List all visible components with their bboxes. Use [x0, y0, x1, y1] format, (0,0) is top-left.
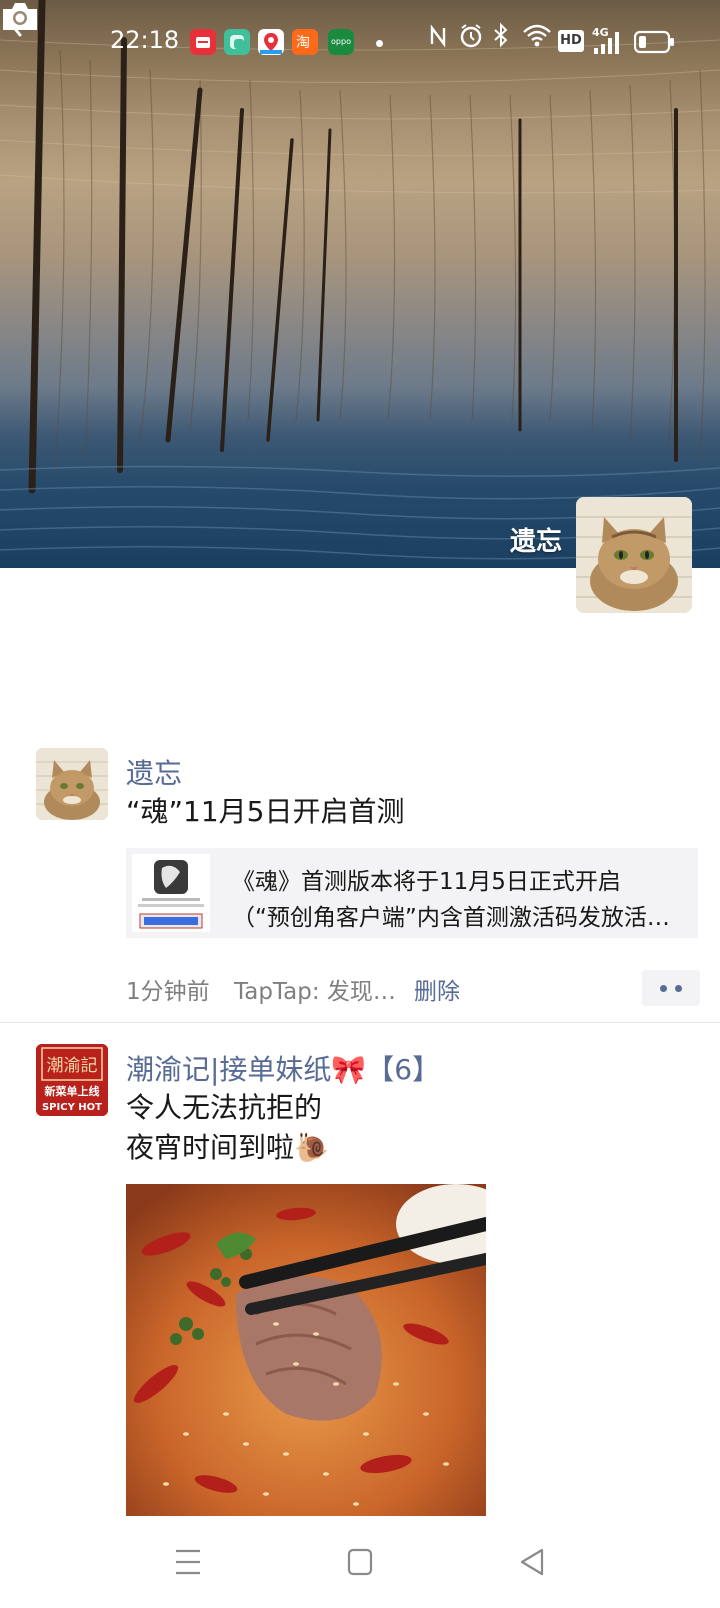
dot-icon: [675, 985, 682, 992]
logo-subtitle-text: 新菜单上线: [45, 1084, 100, 1098]
hd-label: HD: [560, 33, 582, 48]
poster-name[interactable]: 潮渝记|接单妹纸🎀【6】: [126, 1048, 440, 1088]
dot-icon: [660, 985, 667, 992]
shared-link-card[interactable]: 《魂》首测版本将于11月5日正式开启 （“预创角客户端”内含首测激活码发放活…: [126, 848, 698, 938]
logo-title-text: 潮渝記: [47, 1056, 98, 1076]
4g-signal-icon: 4G: [592, 26, 622, 56]
cat-avatar-image: [36, 748, 108, 820]
post-text: “魂”11月5日开启首测: [126, 795, 405, 828]
poster-name[interactable]: 遗忘: [126, 752, 182, 792]
post-text-line2: 夜宵时间到啦🐌: [126, 1131, 329, 1164]
map-icon: [258, 29, 284, 55]
home-icon[interactable]: [340, 1544, 380, 1580]
profile-avatar[interactable]: [576, 497, 692, 613]
status-bar: 22:18 淘 oppo HD 4G: [0, 22, 720, 62]
post-photo[interactable]: [126, 1184, 486, 1520]
clock: 22:18: [110, 26, 180, 54]
oppo-icon: oppo: [328, 29, 354, 55]
link-title-line2: （“预创角客户端”内含首测激活码发放活…: [232, 905, 670, 931]
alarm-icon: [460, 24, 482, 48]
red-mail-icon: [190, 29, 216, 55]
menu-icon[interactable]: [168, 1544, 208, 1580]
bluetooth-icon: [494, 22, 508, 48]
navigation-bar: [0, 1516, 720, 1608]
link-thumbnail: [132, 854, 210, 932]
green-app-icon: [224, 29, 250, 55]
taobao-icon: 淘: [292, 29, 318, 55]
cover-photo[interactable]: 22:18 淘 oppo HD 4G 遗忘: [0, 0, 720, 568]
wifi-icon: [523, 24, 551, 47]
divider: [0, 1022, 720, 1023]
post-time: 1分钟前: [126, 979, 210, 1005]
moment-post: 遗忘 “魂”11月5日开启首测 《魂》首测版本将于11月5日正式开启 （“预创角…: [0, 748, 720, 1024]
nfc-icon: [430, 24, 446, 48]
svg-text:淘: 淘: [296, 35, 310, 51]
battery-icon: [634, 30, 674, 54]
post-text-line1: 令人无法抗拒的: [126, 1091, 323, 1124]
delete-button[interactable]: 删除: [414, 972, 460, 1006]
camera-button[interactable]: [0, 0, 40, 32]
cat-avatar-image: [576, 497, 692, 613]
cover-image: [0, 0, 720, 560]
notification-dot: [376, 40, 383, 47]
post-avatar[interactable]: 潮渝記 新菜单上线 SPICY HOT: [36, 1044, 108, 1116]
post-source[interactable]: TapTap: 发现…: [234, 972, 396, 1006]
link-title-line1: 《魂》首测版本将于11月5日正式开启: [232, 869, 621, 895]
spicy-fish-image: [126, 1184, 486, 1520]
game-thumbnail-image: [132, 854, 210, 932]
post-avatar[interactable]: [36, 748, 108, 820]
more-actions-button[interactable]: [642, 970, 700, 1006]
hd-icon: HD: [558, 30, 584, 52]
back-triangle-icon[interactable]: [512, 1544, 552, 1580]
profile-name[interactable]: 遗忘: [510, 521, 562, 558]
moment-post: 潮渝記 新菜单上线 SPICY HOT 潮渝记|接单妹纸🎀【6】 令人无法抗拒的…: [0, 1044, 720, 1520]
oppo-label: oppo: [331, 37, 351, 46]
logo-tagline-text: SPICY HOT: [42, 1102, 102, 1113]
restaurant-logo: 潮渝記 新菜单上线 SPICY HOT: [36, 1044, 108, 1116]
